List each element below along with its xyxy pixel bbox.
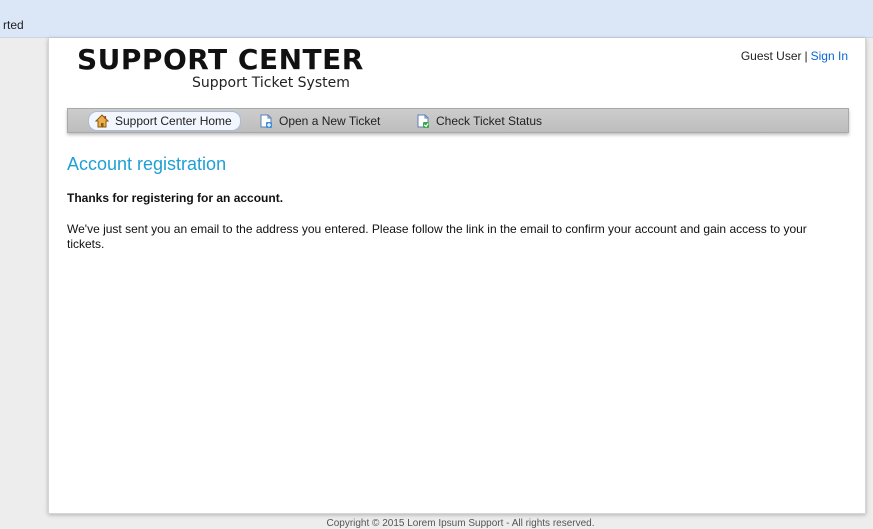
nav-item-open-new-ticket[interactable]: Open a New Ticket [259,112,380,130]
logo-subtitle: Support Ticket System [192,75,350,91]
home-icon [94,114,110,128]
new-ticket-icon [259,114,273,128]
bookmark-item[interactable]: rted [3,18,24,32]
page-container: SUPPORT CENTER Support Ticket System Gue… [48,38,866,514]
thanks-message: Thanks for registering for an account. [67,191,284,205]
nav-label-ticket-status: Check Ticket Status [436,114,543,128]
nav-item-support-center-home[interactable]: Support Center Home [88,111,241,131]
main-nav: Support Center Home Open a New Ticket Ch… [67,108,849,133]
page-title: Account registration [67,154,227,174]
sign-in-link[interactable]: Sign In [811,49,848,63]
user-separator: | [804,49,808,63]
browser-bookmarks-bar: rted [0,0,873,38]
guest-user-label: Guest User [740,49,802,63]
ticket-status-icon [416,114,430,128]
confirmation-message: We've just sent you an email to the addr… [67,222,807,251]
footer-copyright: Copyright © 2015 Lorem Ipsum Support - A… [326,518,595,529]
user-info: Guest User | Sign In [741,49,848,63]
nav-item-check-ticket-status[interactable]: Check Ticket Status [416,112,542,130]
nav-label-new-ticket: Open a New Ticket [279,114,381,128]
logo-title: SUPPORT CENTER [77,43,364,76]
site-logo[interactable]: SUPPORT CENTER Support Ticket System [77,43,364,92]
nav-label-home: Support Center Home [115,114,232,128]
